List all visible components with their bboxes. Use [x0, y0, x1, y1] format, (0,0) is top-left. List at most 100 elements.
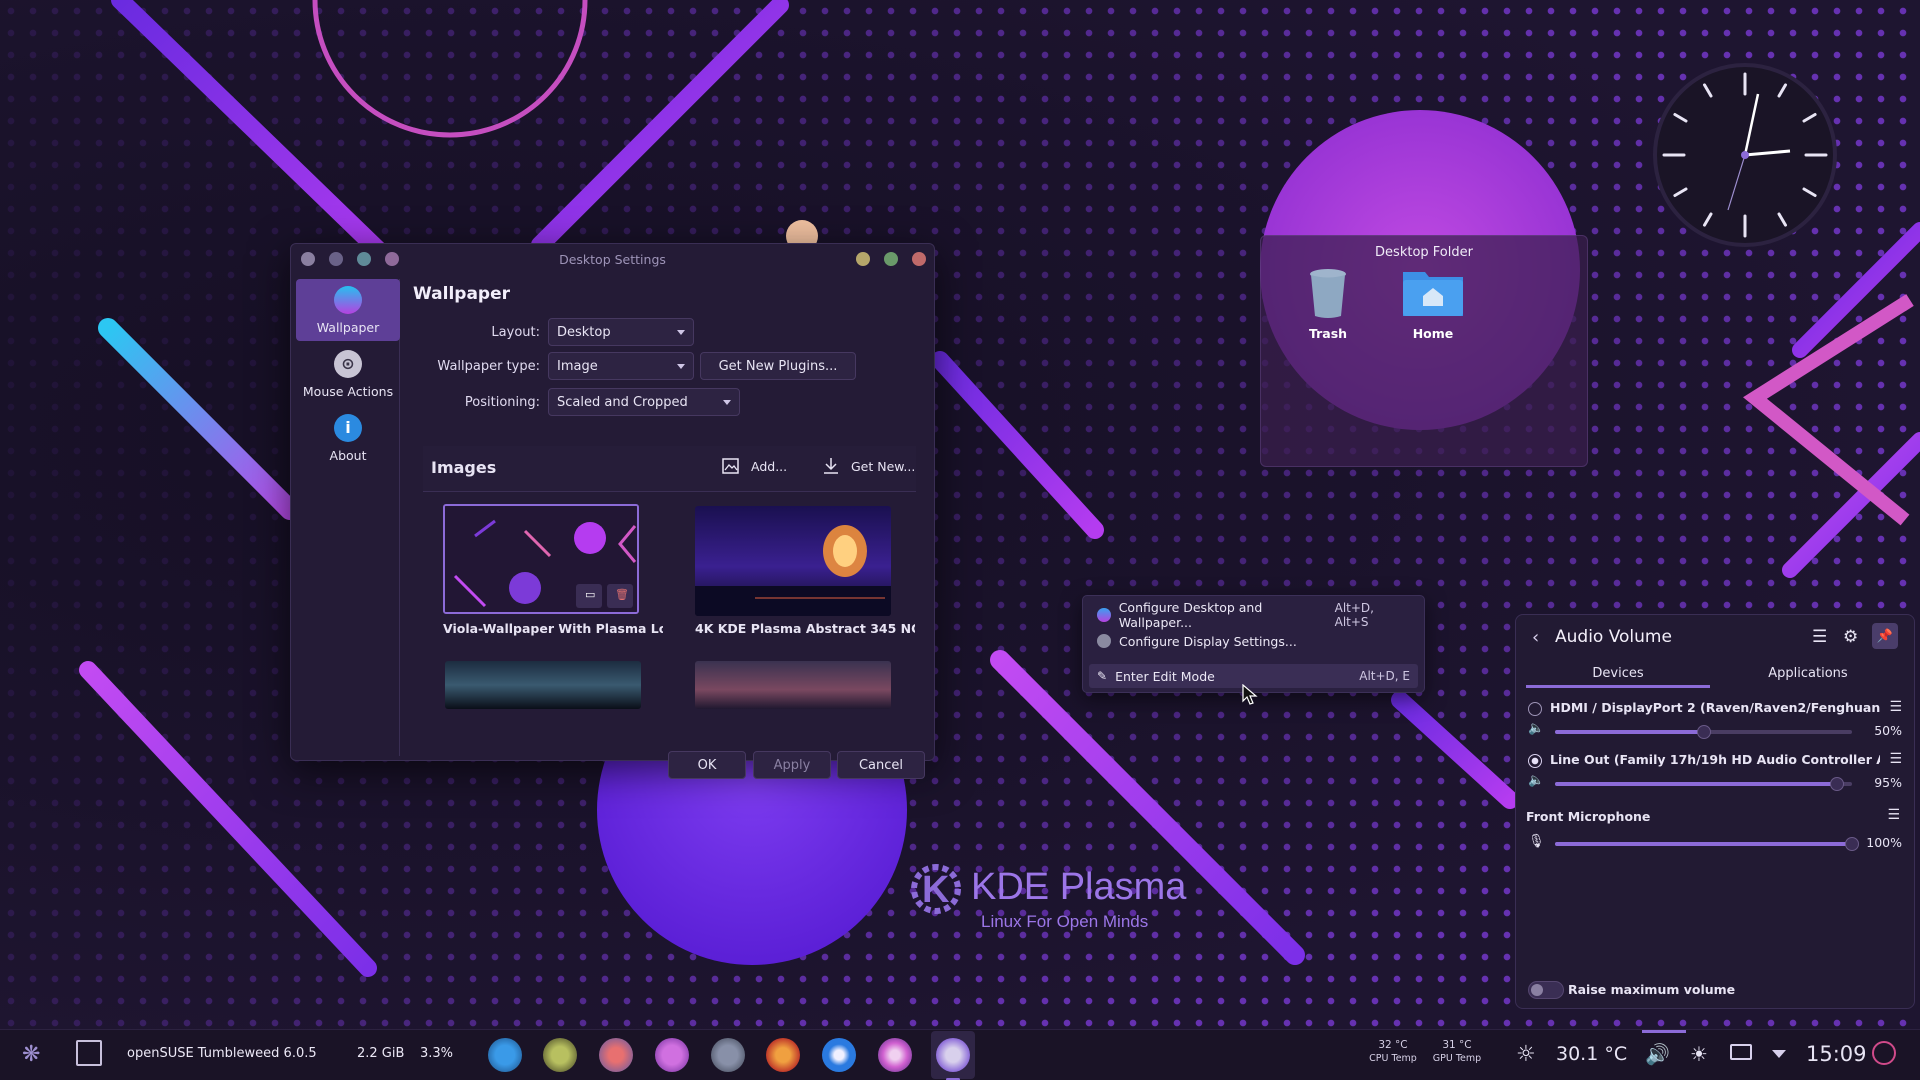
layout-label: Layout: — [491, 324, 540, 340]
gear-icon[interactable]: ⚙ — [1843, 627, 1858, 647]
firefox-app[interactable] — [766, 1038, 800, 1072]
application-launcher-icon[interactable]: ❋ — [22, 1042, 40, 1067]
volume-slider[interactable] — [1555, 777, 1852, 791]
menu-item-configure-desktop[interactable]: Configure Desktop and Wallpaper... Alt+D… — [1089, 600, 1418, 630]
desktop-icon-trash[interactable]: Trash — [1283, 266, 1373, 341]
settings-app[interactable] — [599, 1038, 633, 1072]
menu-item-label: Enter Edit Mode — [1115, 668, 1215, 684]
home-folder-icon — [1403, 272, 1463, 316]
gimp-app[interactable] — [543, 1038, 577, 1072]
device-menu-icon[interactable]: ☰ — [1889, 751, 1902, 767]
system-monitor-app[interactable] — [488, 1038, 522, 1072]
positioning-combo[interactable]: Scaled and Cropped — [548, 388, 740, 416]
default-device-radio[interactable] — [1528, 754, 1542, 768]
memory-usage: 2.2 GiB — [357, 1046, 405, 1061]
folder-title: Desktop Folder — [1375, 245, 1473, 260]
volume-percent: 50% — [1874, 723, 1902, 738]
wallpaper-thumbnail[interactable] — [695, 506, 891, 616]
mouse-icon: ⊙ — [334, 349, 362, 378]
gpu-temp-widget[interactable]: 31 °C GPU Temp — [1432, 1039, 1482, 1065]
volume-knob[interactable] — [1830, 777, 1845, 791]
volume-percent: 95% — [1874, 775, 1902, 790]
analog-clock-widget[interactable] — [1650, 60, 1840, 250]
mic-menu-icon[interactable]: ☰ — [1887, 807, 1900, 823]
krita-app[interactable] — [878, 1038, 912, 1072]
cpu-temp-widget[interactable]: 32 °C CPU Temp — [1368, 1039, 1418, 1065]
get-new-plugins-button[interactable]: Get New Plugins... — [700, 352, 856, 380]
microphone-icon[interactable]: 🎙 — [1528, 834, 1545, 849]
default-device-radio[interactable] — [1528, 702, 1542, 716]
abstract-wallpaper-preview — [695, 525, 891, 616]
get-new-wallpapers-button[interactable]: Get New... — [821, 456, 915, 476]
cpu-temp-label: CPU Temp — [1369, 1053, 1417, 1064]
sidebar-item-mouse-actions[interactable]: ⊙ Mouse Actions — [296, 343, 400, 405]
volume-slider[interactable] — [1555, 725, 1852, 739]
volume-tray-icon[interactable]: 🔊 — [1645, 1042, 1670, 1066]
toggle-knob — [1531, 984, 1543, 996]
weather-temperature[interactable]: 30.1 °C — [1556, 1043, 1627, 1065]
power-icon[interactable] — [1872, 1041, 1896, 1065]
wallpaper-icon — [334, 285, 362, 314]
device-menu-icon[interactable]: ☰ — [1889, 699, 1902, 715]
wallpaper-thumbnail[interactable]: ▭ 🗑 — [443, 504, 639, 614]
pin-icon[interactable]: 📌 — [1872, 623, 1898, 649]
clock-time[interactable]: 15:09 — [1806, 1042, 1867, 1066]
sidebar-item-label: Mouse Actions — [302, 383, 394, 399]
add-image-button[interactable]: Add... — [721, 456, 787, 476]
cancel-button[interactable]: Cancel — [837, 751, 925, 779]
desktop-icon-home[interactable]: Home — [1388, 266, 1478, 341]
show-desktop-icon[interactable] — [76, 1040, 102, 1066]
audio-title: Audio Volume — [1555, 627, 1672, 647]
wallpaper-type-row: Wallpaper type: Image Get New Plugins... — [398, 352, 856, 380]
pencil-icon: ✎ — [1097, 669, 1108, 683]
wallpaper-icon — [1097, 608, 1111, 622]
brightness-icon[interactable]: ☀ — [1690, 1042, 1708, 1066]
mic-volume-slider[interactable] — [1555, 837, 1859, 851]
os-label[interactable]: openSUSE Tumbleweed 6.0.5 — [127, 1046, 317, 1061]
menu-item-configure-display[interactable]: Configure Display Settings... — [1089, 629, 1418, 653]
volume-knob[interactable] — [1696, 725, 1711, 739]
raise-max-toggle[interactable] — [1528, 981, 1564, 999]
desktop-settings-task[interactable] — [936, 1038, 970, 1072]
volume-knob[interactable] — [1845, 837, 1859, 851]
weather-icon[interactable]: ☼ — [1516, 1042, 1536, 1067]
discover-shop-app[interactable] — [655, 1038, 689, 1072]
speaker-icon[interactable]: 🔈 — [1528, 721, 1544, 736]
menu-item-label: Configure Desktop and Wallpaper... — [1118, 600, 1263, 630]
wallpaper-type-combo[interactable]: Image — [548, 352, 694, 380]
kde-plasma-title: KDE Plasma — [971, 866, 1187, 908]
ok-button[interactable]: OK — [668, 751, 746, 779]
mixer-app[interactable] — [711, 1038, 745, 1072]
maximize-button[interactable] — [884, 252, 898, 266]
images-header: Images Add... Get New... — [423, 446, 916, 492]
delete-icon[interactable]: 🗑 — [615, 588, 629, 601]
apply-button[interactable]: Apply — [753, 751, 831, 779]
chevron-down-icon — [677, 329, 685, 335]
minimize-button[interactable] — [856, 252, 870, 266]
back-arrow-icon[interactable]: ‹ — [1532, 627, 1539, 648]
hamburger-menu-icon[interactable]: ☰ — [1812, 627, 1827, 647]
wallpaper-thumbnail[interactable] — [445, 661, 641, 709]
cpu-temp-value: 32 °C — [1378, 1039, 1408, 1051]
layout-value: Desktop — [557, 324, 611, 340]
desktop-icon-label: Trash — [1308, 326, 1348, 341]
tab-applications[interactable]: Applications — [1716, 666, 1900, 688]
positioning-label: Positioning: — [464, 394, 540, 410]
wallpaper-thumbnail[interactable] — [695, 661, 891, 709]
wallpaper-type-value: Image — [557, 358, 598, 374]
settings-content: Wallpaper Layout: Desktop Wallpaper type… — [413, 276, 925, 779]
layout-combo[interactable]: Desktop — [548, 318, 694, 346]
sidebar-item-wallpaper[interactable]: Wallpaper — [296, 279, 400, 341]
sidebar-item-label: Wallpaper — [316, 319, 380, 335]
display-tray-icon[interactable] — [1730, 1044, 1752, 1060]
speaker-icon[interactable]: 🔈 — [1528, 773, 1544, 788]
chevron-down-icon[interactable] — [1772, 1050, 1786, 1058]
open-folder-icon[interactable]: ▭ — [585, 588, 595, 601]
sidebar-item-about[interactable]: i About — [296, 407, 400, 469]
close-button[interactable] — [912, 252, 926, 266]
window-titlebar[interactable]: Desktop Settings — [291, 244, 934, 274]
desktop-context-menu: Configure Desktop and Wallpaper... Alt+D… — [1082, 595, 1425, 693]
tab-devices[interactable]: Devices — [1526, 666, 1710, 688]
cpu-usage: 3.3% — [420, 1046, 454, 1061]
dolphin-app[interactable] — [822, 1038, 856, 1072]
